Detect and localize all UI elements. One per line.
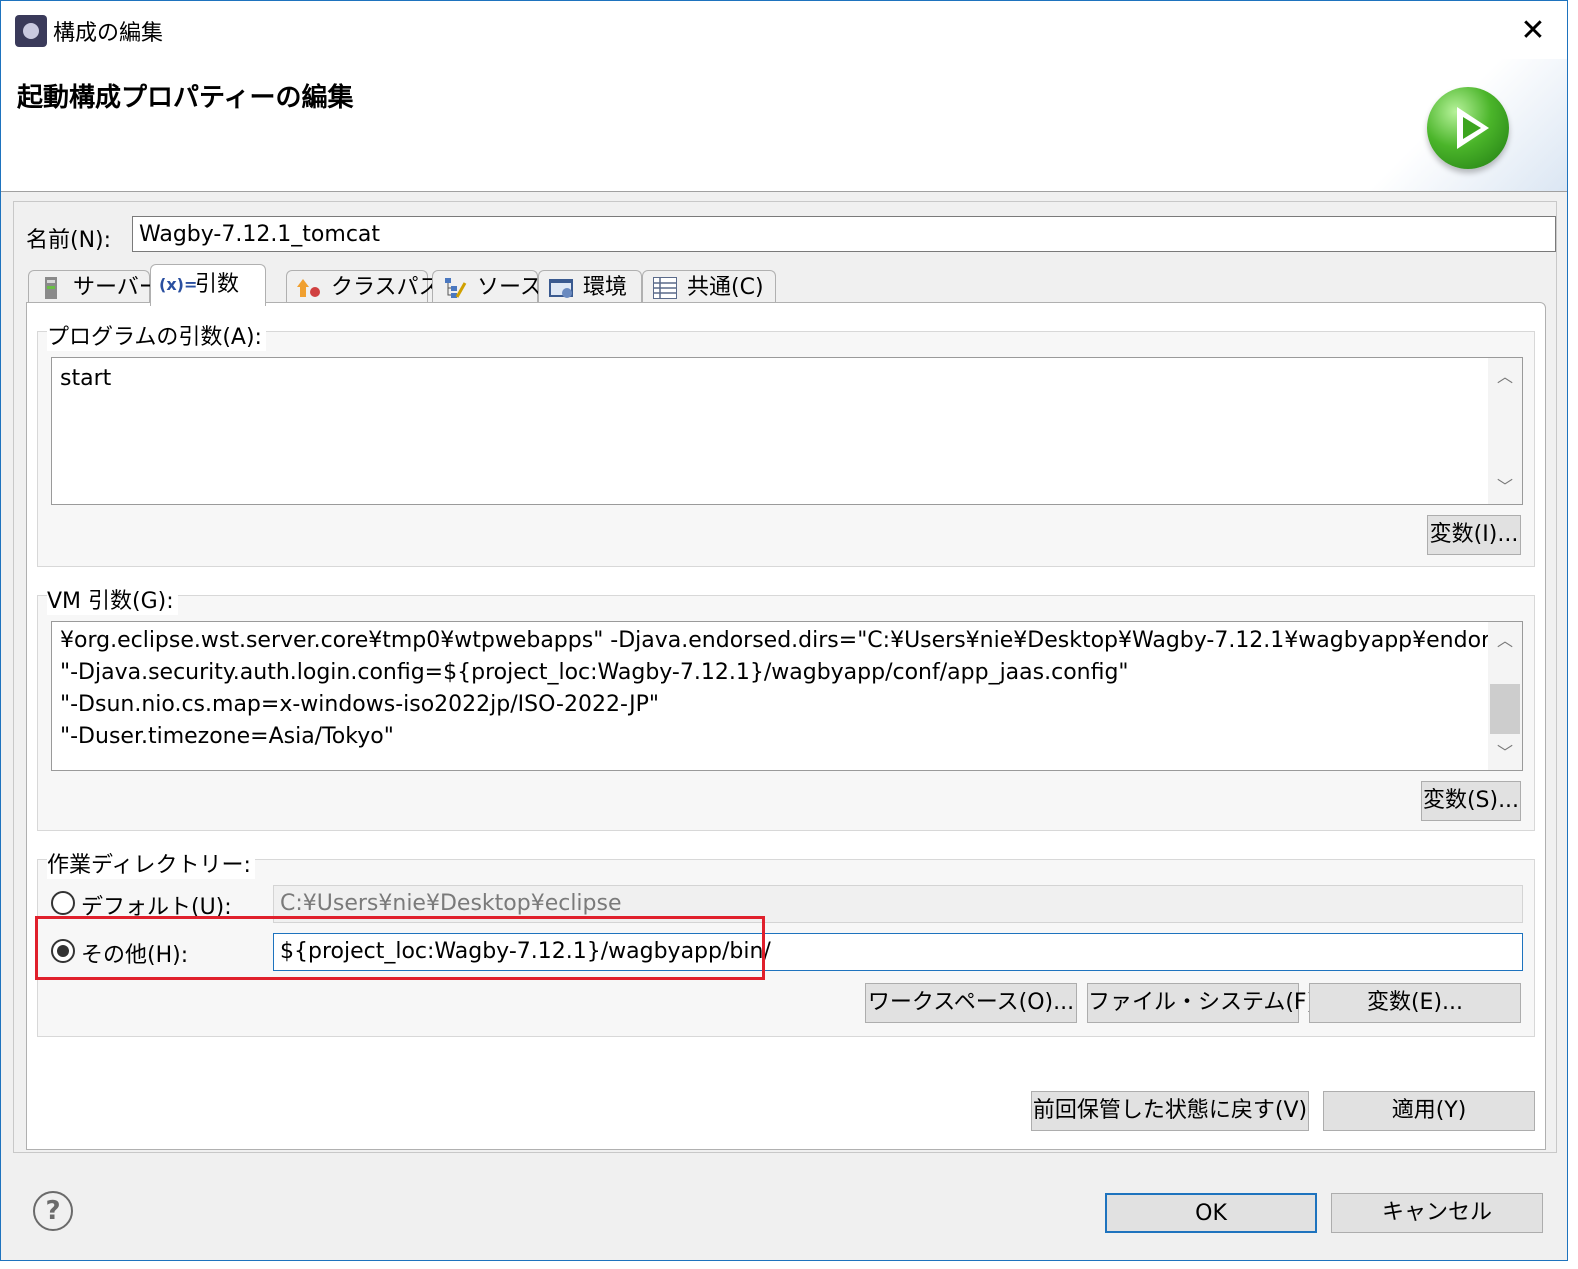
cancel-button[interactable]: キャンセル	[1331, 1193, 1543, 1233]
tab-arguments[interactable]: (x)= 引数	[150, 264, 266, 306]
name-label: 名前(N):	[26, 228, 112, 253]
revert-button[interactable]: 前回保管した状態に戻す(V)	[1031, 1091, 1309, 1131]
tab-environment[interactable]: 環境	[538, 270, 642, 304]
environment-icon	[549, 279, 573, 298]
program-variables-button[interactable]: 変数(I)...	[1427, 515, 1521, 555]
filesystem-button[interactable]: ファイル・システム(F)...	[1087, 983, 1336, 1023]
tab-common[interactable]: 共通(C)	[642, 270, 776, 304]
tab-label: サーバー	[73, 275, 161, 300]
tab-bar: サーバー (x)= 引数 クラスパス ソース 環境 共通(C)	[28, 264, 1548, 306]
program-args-label: プログラムの引数(A):	[47, 319, 266, 351]
highlight-box	[35, 916, 765, 980]
run-icon	[1427, 87, 1509, 169]
title-bar: 構成の編集 ✕	[1, 1, 1567, 59]
help-icon[interactable]: ?	[33, 1191, 73, 1231]
source-icon	[445, 278, 467, 298]
vm-args-label: VM 引数(G):	[47, 583, 178, 615]
vm-variables-button[interactable]: 変数(S)...	[1421, 781, 1521, 821]
variable-icon: (x)=	[159, 275, 198, 294]
vm-args-line: "-Dsun.nio.cs.map=x-windows-iso2022jp/IS…	[60, 692, 660, 717]
tab-label: 環境	[583, 275, 628, 300]
chevron-up-icon[interactable]: ︿	[1488, 364, 1522, 390]
scrollbar[interactable]: ︿ ﹀	[1488, 358, 1522, 504]
common-icon	[653, 277, 677, 299]
close-icon[interactable]: ✕	[1513, 11, 1553, 51]
tab-label: 共通(C)	[687, 275, 764, 300]
vm-args-line: "-Duser.timezone=Asia/Tokyo"	[60, 724, 394, 749]
tab-label: 引数	[195, 272, 240, 297]
tab-classpath[interactable]: クラスパス	[286, 270, 441, 304]
window-title: 構成の編集	[53, 21, 164, 46]
server-icon	[45, 277, 57, 299]
name-input[interactable]: Wagby-7.12.1_tomcat	[132, 216, 1556, 252]
dialog-window: 構成の編集 ✕ 起動構成プロパティーの編集 名前(N): Wagby-7.12.…	[0, 0, 1568, 1261]
scrollbar-thumb[interactable]	[1490, 684, 1520, 734]
tab-label: ソース	[477, 275, 542, 300]
apply-button[interactable]: 適用(Y)	[1323, 1091, 1535, 1131]
workspace-button[interactable]: ワークスペース(O)...	[865, 983, 1077, 1023]
tab-server[interactable]: サーバー	[28, 270, 161, 304]
tab-label: クラスパス	[331, 275, 441, 300]
classpath-icon	[297, 279, 320, 297]
vm-args-line: "-Djava.security.auth.login.config=${pro…	[60, 660, 1129, 685]
vm-args-line: ¥org.eclipse.wst.server.core¥tmp0¥wtpweb…	[60, 628, 1523, 653]
chevron-down-icon[interactable]: ﹀	[1488, 474, 1522, 500]
program-args-text: start	[60, 366, 112, 391]
eclipse-icon	[15, 15, 47, 47]
header-title: 起動構成プロパティーの編集	[17, 83, 354, 113]
working-dir-label: 作業ディレクトリー:	[47, 847, 255, 879]
working-variables-button[interactable]: 変数(E)...	[1309, 983, 1521, 1023]
dialog-header: 起動構成プロパティーの編集	[1, 59, 1567, 192]
default-radio[interactable]	[51, 891, 75, 915]
ok-button[interactable]: OK	[1105, 1193, 1317, 1233]
program-args-textarea[interactable]: start ︿ ﹀	[51, 357, 1523, 505]
vm-args-textarea[interactable]: ¥org.eclipse.wst.server.core¥tmp0¥wtpweb…	[51, 621, 1523, 771]
chevron-up-icon[interactable]: ︿	[1488, 628, 1522, 654]
scrollbar[interactable]: ︿ ﹀	[1488, 622, 1522, 770]
tab-source[interactable]: ソース	[432, 270, 542, 304]
main-content: 名前(N): Wagby-7.12.1_tomcat サーバー (x)= 引数 …	[13, 201, 1557, 1153]
chevron-down-icon[interactable]: ﹀	[1488, 740, 1522, 766]
arguments-panel: プログラムの引数(A): start ︿ ﹀ 変数(I)... VM 引数(G)…	[26, 302, 1546, 1150]
